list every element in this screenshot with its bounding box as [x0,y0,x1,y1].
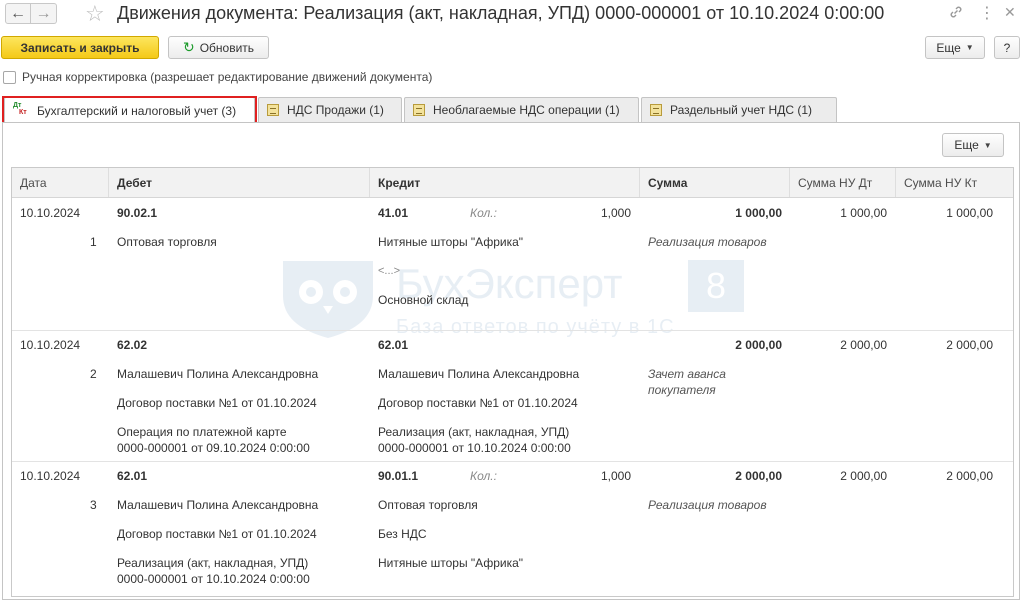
debit-subconto: Договор поставки №1 от 01.10.2024 [117,396,317,410]
credit-subconto: Оптовая торговля [378,498,478,512]
tab-vat-sales[interactable]: НДС Продажи (1) [258,97,402,122]
debit-account: 90.02.1 [117,206,158,220]
tab-vat-separate[interactable]: Раздельный учет НДС (1) [641,97,837,122]
header-date[interactable]: Дата [12,168,109,197]
credit-subconto: 0000-000001 от 10.10.2024 0:00:00 [378,441,571,455]
row-sum-nu-kt: 2 000,00 [946,469,993,483]
chevron-down-icon: ▼ [983,140,992,150]
manual-edit-checkbox[interactable] [3,70,16,84]
debit-subconto: Операция по платежной карте [117,425,287,439]
row-number: 1 [90,235,97,249]
row-date: 10.10.2024 [20,469,81,483]
save-and-close-button[interactable]: Записать и закрыть [1,36,159,59]
row-sum: 2 000,00 [735,469,782,483]
debit-subconto: Малашевич Полина Александровна [117,498,319,512]
window-title: Движения документа: Реализация (акт, нак… [117,3,885,23]
row-sum-nu-dt: 2 000,00 [840,338,887,352]
qty-value: 1,000 [600,206,631,220]
qty-value: 1,000 [600,469,631,483]
chevron-down-icon: ▼ [965,43,974,52]
close-icon[interactable]: ✕ [1004,4,1016,21]
row-sum-nu-kt: 1 000,00 [946,206,993,220]
credit-subconto: Малашевич Полина Александровна [378,367,580,381]
title-bar: ← → ☆ Движения документа: Реализация (ак… [0,0,1024,28]
debit-subconto: Оптовая торговля [117,235,217,249]
credit-subconto: Основной склад [378,293,469,307]
row-separator [12,461,1013,462]
link-icon[interactable] [948,4,964,24]
header-sum[interactable]: Сумма [640,168,790,197]
star-icon[interactable]: ☆ [85,1,105,27]
credit-subconto: <...> [378,265,401,277]
header-sum-nu-kt[interactable]: Сумма НУ Кт [896,168,1013,197]
credit-account: 90.01.1 [378,469,419,483]
credit-subconto: Нитяные шторы "Африка" [378,556,524,570]
tab-vat-exempt[interactable]: Необлагаемые НДС операции (1) [404,97,639,122]
forward-arrow-icon[interactable]: → [31,3,57,24]
register-icon [267,104,279,116]
qty-label: Кол.: [470,206,497,220]
row-sum: 1 000,00 [735,206,782,220]
row-content: Зачет аванса [648,367,726,381]
debit-subconto: 0000-000001 от 10.10.2024 0:00:00 [117,572,310,586]
qty-label: Кол.: [470,469,497,483]
row-sum-nu-kt: 2 000,00 [946,338,993,352]
debit-subconto: Реализация (акт, накладная, УПД) [117,556,309,570]
row-content: покупателя [648,383,716,397]
more-button[interactable]: Еще ▼ [925,36,985,59]
more-label: Еще [954,138,979,152]
more-label: Еще [936,40,961,55]
debit-subconto: Малашевич Полина Александровна [117,367,319,381]
credit-subconto: Без НДС [378,527,427,541]
row-date: 10.10.2024 [20,338,81,352]
credit-account: 41.01 [378,206,409,220]
row-sum: 2 000,00 [735,338,782,352]
row-date: 10.10.2024 [20,206,81,220]
table-more-button[interactable]: Еще ▼ [942,133,1004,157]
debit-subconto: 0000-000001 от 09.10.2024 0:00:00 [117,441,310,455]
debit-account: 62.01 [117,469,148,483]
menu-dots-icon[interactable]: ⋮ [979,3,995,23]
register-icon [650,104,662,116]
credit-subconto: Реализация (акт, накладная, УПД) [378,425,570,439]
refresh-label: Обновить [199,40,255,55]
manual-edit-label: Ручная корректировка (разрешает редактир… [22,70,433,84]
row-content: Реализация товаров [648,235,767,249]
header-debit[interactable]: Дебет [109,168,370,197]
header-credit[interactable]: Кредит [370,168,640,197]
refresh-button[interactable]: ↻ Обновить [168,36,269,59]
credit-subconto: Договор поставки №1 от 01.10.2024 [378,396,578,410]
register-icon [413,104,425,116]
debit-subconto: Договор поставки №1 от 01.10.2024 [117,527,317,541]
active-tab-highlight [2,96,257,125]
header-sum-nu-dt[interactable]: Сумма НУ Дт [790,168,896,197]
row-sum-nu-dt: 1 000,00 [840,206,887,220]
tab-label: Необлагаемые НДС операции (1) [433,103,620,117]
back-arrow-icon[interactable]: ← [5,3,31,24]
row-content: Реализация товаров [648,498,767,512]
refresh-icon: ↻ [182,39,195,55]
help-button[interactable]: ? [994,36,1020,59]
tab-label: Раздельный учет НДС (1) [670,103,813,117]
credit-account: 62.01 [378,338,409,352]
row-number: 2 [90,367,97,381]
tab-label: НДС Продажи (1) [287,103,384,117]
row-separator [12,330,1013,331]
debit-account: 62.02 [117,338,148,352]
row-sum-nu-dt: 2 000,00 [840,469,887,483]
movements-table[interactable]: Дата Дебет Кредит Сумма Сумма НУ Дт Сумм… [11,167,1014,597]
row-number: 3 [90,498,97,512]
manual-edit-row[interactable]: Ручная корректировка (разрешает редактир… [3,70,432,84]
credit-subconto: Нитяные шторы "Африка" [378,235,524,249]
table-header: Дата Дебет Кредит Сумма Сумма НУ Дт Сумм… [12,168,1013,198]
